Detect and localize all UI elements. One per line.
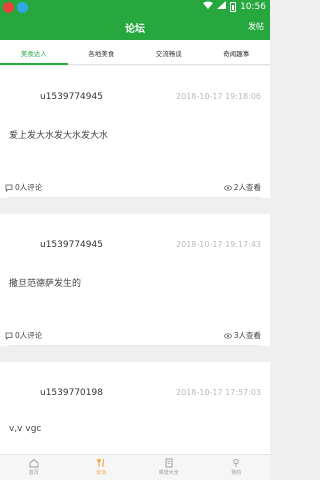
tab-regional-food[interactable]: 各地美食: [68, 40, 136, 64]
comment-count[interactable]: 0人评论: [5, 330, 42, 341]
view-count: 2人查看: [223, 182, 261, 193]
comment-count[interactable]: 0人评论: [5, 182, 42, 193]
bottom-nav: 首页 论坛 菜谱大全 我的: [0, 454, 270, 480]
nav-profile-label: 我的: [231, 470, 242, 476]
wifi-icon: [203, 1, 214, 12]
post-button[interactable]: 发帖: [248, 21, 264, 32]
notification-app-icon: [3, 2, 14, 13]
eye-icon: [223, 332, 232, 339]
comment-icon: [5, 332, 13, 340]
comment-count-label: 0人评论: [15, 331, 43, 340]
post-timestamp: 2018-10-17 17:57:03: [176, 388, 261, 397]
nav-home[interactable]: 首页: [0, 455, 68, 480]
post-content: 爱上发大水发大水发大水: [9, 131, 109, 141]
profile-icon: [233, 458, 239, 467]
recipe-icon: [165, 458, 173, 468]
post-timestamp: 2018-10-17 19:17:43: [176, 240, 261, 249]
app-header: 论坛 发帖: [0, 15, 270, 40]
view-count: 3人查看: [223, 330, 261, 341]
page-title: 论坛: [125, 24, 145, 35]
nav-home-label: 首页: [28, 470, 39, 476]
post-username[interactable]: u1539770198: [40, 388, 103, 398]
nav-forum[interactable]: 论坛: [68, 455, 136, 480]
post-username[interactable]: u1539774945: [40, 240, 103, 250]
tab-food-expert[interactable]: 美食达人: [0, 40, 68, 65]
nav-recipes[interactable]: 菜谱大全: [135, 455, 203, 480]
nav-recipes-label: 菜谱大全: [158, 470, 179, 476]
forum-icon: [97, 458, 105, 467]
notification-app-icon: [17, 2, 28, 13]
view-count-label: 2人查看: [233, 183, 261, 192]
tab-anecdotes[interactable]: 奇闻趣事: [203, 40, 271, 64]
comment-count-label: 0人评论: [15, 183, 43, 192]
battery-icon: [230, 1, 237, 12]
comment-icon: [5, 184, 13, 192]
category-tabs: 美食达人 各地美食 交流畅谈 奇闻趣事: [0, 40, 270, 65]
post-card[interactable]: u1539774945 2018-10-17 19:17:43 撒旦范德萨发生的…: [0, 214, 270, 346]
post-feed[interactable]: u1539774945 2018-10-17 19:18:06 爱上发大水发大水…: [0, 66, 270, 454]
view-count-label: 3人查看: [233, 331, 261, 340]
post-username[interactable]: u1539774945: [40, 92, 103, 102]
home-icon: [29, 458, 39, 468]
status-bar: 10:56: [0, 0, 270, 15]
nav-profile[interactable]: 我的: [203, 455, 271, 480]
post-timestamp: 2018-10-17 19:18:06: [176, 92, 261, 101]
post-card[interactable]: u1539770198 2018-10-17 17:57:03 v,v vgc: [0, 362, 270, 454]
post-card[interactable]: u1539774945 2018-10-17 19:18:06 爱上发大水发大水…: [0, 66, 270, 198]
tab-discussion[interactable]: 交流畅谈: [135, 40, 203, 64]
signal-icon: [217, 1, 227, 12]
post-content: v,v vgc: [9, 424, 42, 434]
post-content: 撒旦范德萨发生的: [9, 279, 82, 289]
nav-forum-label: 论坛: [96, 470, 107, 476]
eye-icon: [223, 184, 232, 191]
status-time: 10:56: [240, 1, 266, 12]
